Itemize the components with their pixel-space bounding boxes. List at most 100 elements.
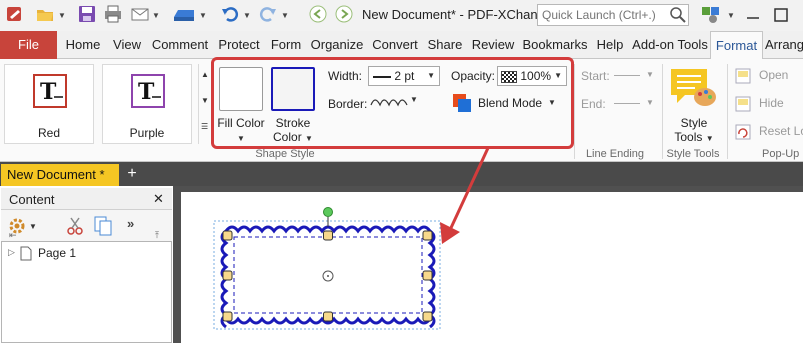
popup-group-label: Pop-Up: [762, 148, 800, 160]
quick-launch-input[interactable]: [537, 4, 689, 26]
rotate-handle[interactable]: [323, 207, 333, 217]
save-icon[interactable]: [78, 5, 96, 23]
end-ending-combo[interactable]: ▼: [612, 94, 658, 114]
window-title: New Document* - PDF-XChang...: [362, 7, 556, 22]
tab-format[interactable]: Format: [710, 31, 763, 59]
rectangle-annotation[interactable]: [212, 203, 444, 333]
gallery-down-icon[interactable]: ▼: [201, 96, 209, 105]
scanner-icon[interactable]: [172, 5, 196, 23]
callout-arrow: [440, 147, 490, 244]
popup-hide-label: Hide: [759, 96, 784, 110]
popup-reset-icon: [735, 124, 751, 140]
group-separator: [727, 64, 728, 159]
end-label: End:: [581, 97, 606, 111]
expand-arrow-icon[interactable]: ▷: [8, 247, 15, 258]
svg-text:T: T: [40, 79, 57, 105]
style-purple-label: Purple: [129, 126, 165, 140]
scanner-dropdown-icon[interactable]: ▼: [199, 11, 207, 20]
popup-open-label: Open: [759, 68, 789, 82]
print-icon[interactable]: [104, 5, 122, 23]
document-tab[interactable]: New Document *: [1, 164, 119, 186]
open-dropdown-icon[interactable]: ▼: [58, 11, 66, 20]
resize-handle-right[interactable]: [422, 270, 433, 281]
resize-handle-bottom-right[interactable]: [422, 311, 433, 322]
chevron-double-down-icon[interactable]: »: [127, 216, 134, 231]
resize-handle-left[interactable]: [222, 270, 233, 281]
undo-icon[interactable]: [221, 5, 239, 23]
resize-handle-bottom-left[interactable]: [222, 311, 233, 322]
end-dropdown-icon: ▼: [646, 98, 654, 107]
gallery-up-icon[interactable]: ▲: [201, 70, 209, 79]
tab-arrange[interactable]: Arrange: [765, 31, 803, 59]
email-dropdown-icon[interactable]: ▼: [152, 11, 160, 20]
text-box-purple-icon: T: [131, 74, 165, 108]
style-tools-dropdown-icon: ▼: [705, 134, 714, 143]
tab-review[interactable]: Review: [468, 31, 518, 59]
start-label: Start:: [581, 69, 610, 83]
popup-hide-icon: [735, 96, 751, 112]
popup-reset-button[interactable]: Reset Lo: [735, 123, 803, 141]
resize-handle-top-left[interactable]: [222, 230, 233, 241]
style-tools-icon: [671, 69, 716, 106]
shape-style-group-label: Shape Style: [255, 148, 315, 160]
back-icon[interactable]: [309, 5, 327, 23]
close-icon[interactable]: ✕: [153, 191, 164, 207]
arrow-head-icon: [440, 222, 460, 244]
tab-help[interactable]: Help: [592, 31, 628, 59]
cut-icon[interactable]: [65, 216, 85, 236]
tab-protect[interactable]: Protect: [214, 31, 264, 59]
tab-home[interactable]: Home: [60, 31, 106, 59]
gallery-more-icon[interactable]: ☰: [201, 122, 208, 131]
tab-bookmarks[interactable]: Bookmarks: [520, 31, 590, 59]
line-ending-group-label: Line Ending: [585, 148, 645, 160]
gallery-scroll: ▲ ▼ ☰: [198, 64, 210, 144]
resize-handle-top-right[interactable]: [422, 230, 433, 241]
collapse-left-icon[interactable]: ⇤: [9, 230, 17, 241]
open-folder-icon[interactable]: [36, 5, 54, 23]
tab-file[interactable]: File: [0, 31, 57, 59]
resize-handle-top[interactable]: [323, 230, 333, 241]
style-red-label: Red: [37, 126, 60, 140]
tab-convert[interactable]: Convert: [368, 31, 422, 59]
popup-open-button[interactable]: Open: [735, 67, 803, 85]
tab-share[interactable]: Share: [424, 31, 466, 59]
minimize-icon[interactable]: [744, 6, 762, 24]
redo-icon[interactable]: [259, 5, 277, 23]
tab-form[interactable]: Form: [266, 31, 306, 59]
ui-options-dropdown-icon[interactable]: ▼: [727, 11, 735, 20]
style-tools-button[interactable]: Style Tools ▼: [666, 64, 722, 144]
redo-dropdown-icon[interactable]: ▼: [281, 11, 289, 20]
group-separator: [662, 64, 663, 159]
options-dropdown-icon[interactable]: ▼: [29, 222, 37, 231]
copy-icon[interactable]: [93, 215, 113, 237]
style-tools-label: Style Tools: [674, 116, 708, 144]
group-separator: [574, 64, 575, 159]
email-icon[interactable]: [131, 5, 149, 23]
app-icon[interactable]: [6, 5, 24, 23]
svg-text:T: T: [138, 79, 155, 105]
maximize-icon[interactable]: [772, 6, 790, 24]
new-tab-icon[interactable]: +: [124, 166, 140, 182]
popup-hide-button[interactable]: Hide: [735, 95, 803, 113]
tab-view[interactable]: View: [108, 31, 146, 59]
popup-open-icon: [735, 68, 751, 84]
ui-options-icon[interactable]: [700, 5, 724, 25]
style-tools-label-wrap: Style Tools ▼: [666, 116, 722, 146]
forward-icon[interactable]: [335, 5, 353, 23]
start-ending-combo[interactable]: ▼: [612, 66, 658, 86]
start-dropdown-icon: ▼: [646, 70, 654, 79]
collapse-top-icon[interactable]: ⤒: [155, 230, 159, 241]
tab-organize[interactable]: Organize: [308, 31, 366, 59]
tab-add-on-tools[interactable]: Add-on Tools: [630, 31, 710, 59]
text-box-red-icon: T: [33, 74, 67, 108]
resize-handle-bottom[interactable]: [323, 311, 333, 322]
shape-style-highlight: [211, 57, 574, 149]
arrow-line: [448, 147, 490, 231]
content-pane-title: Content: [9, 192, 55, 207]
undo-dropdown-icon[interactable]: ▼: [243, 11, 251, 20]
style-tools-group-label: Style Tools: [666, 148, 720, 160]
start-line-icon: [614, 75, 640, 76]
search-icon[interactable]: [668, 5, 688, 25]
tab-comment[interactable]: Comment: [148, 31, 212, 59]
document-tab-strip: [0, 162, 803, 186]
